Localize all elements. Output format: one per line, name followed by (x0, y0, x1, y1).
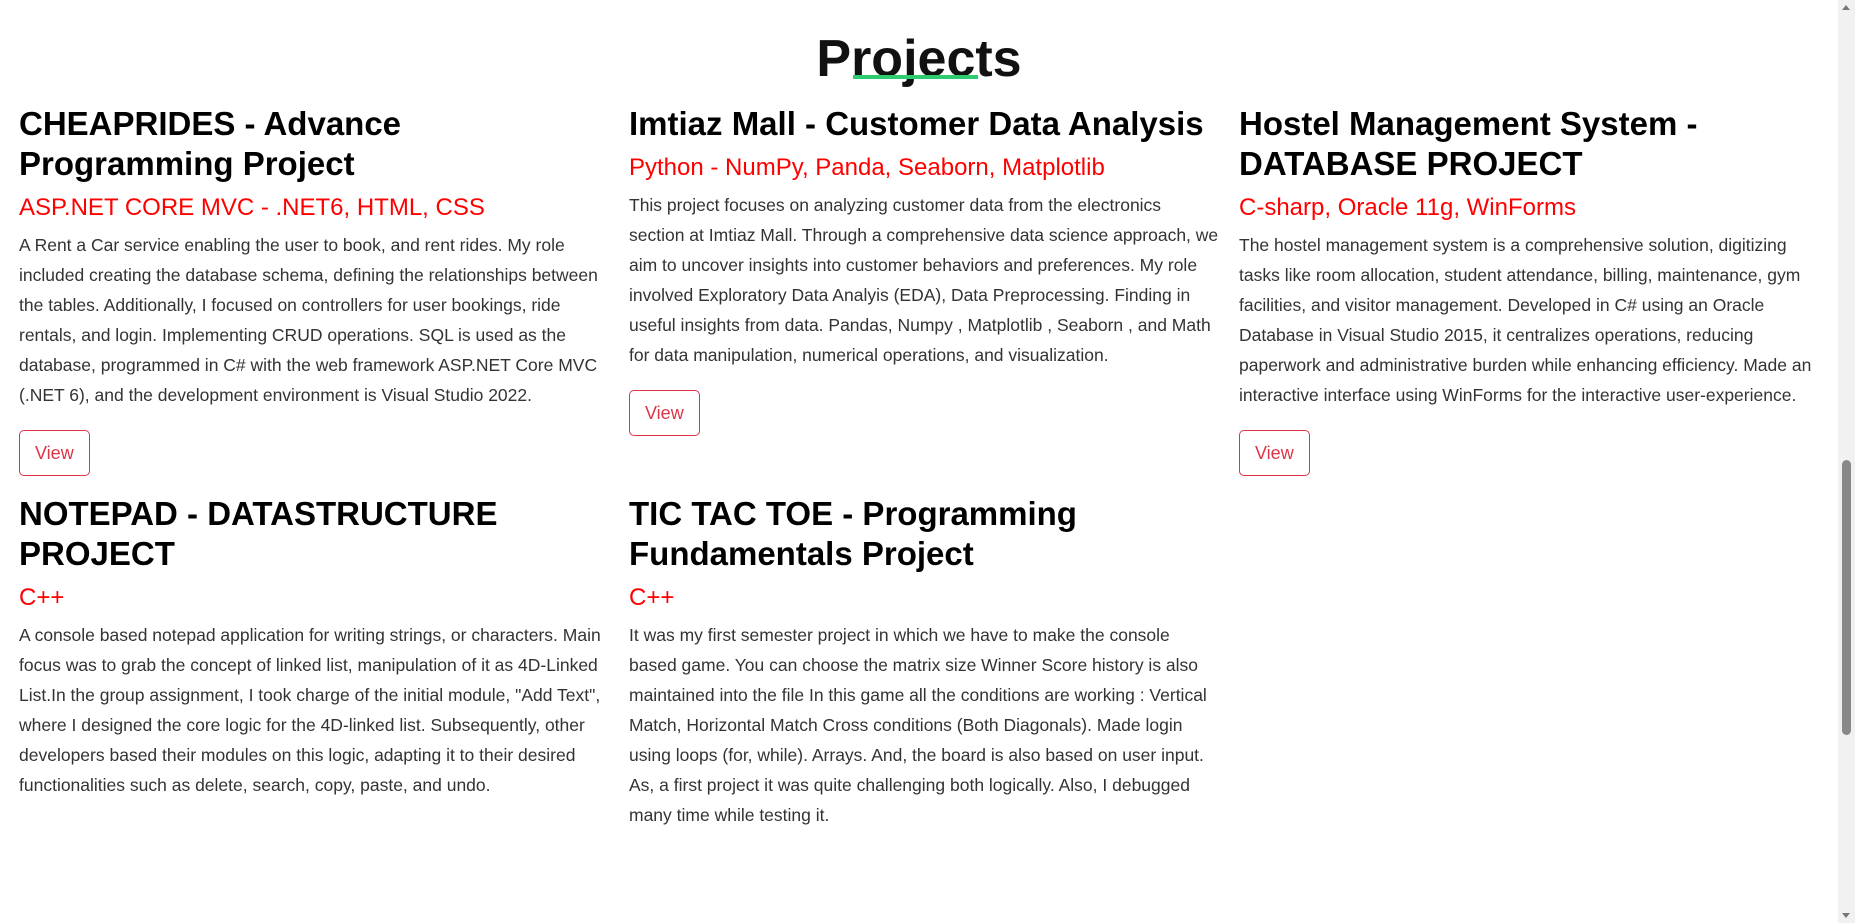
view-button[interactable]: View (19, 430, 90, 476)
scroll-up-arrow-icon[interactable] (1842, 5, 1850, 10)
project-card: Hostel Management System - DATABASE PROJ… (1239, 104, 1829, 476)
project-title: CHEAPRIDES - Advance Programming Project (19, 105, 402, 182)
project-description: This project focuses on analyzing custom… (629, 195, 1219, 365)
project-card: TIC TAC TOE - Programming Fundamentals P… (629, 494, 1219, 830)
scrollbar-thumb[interactable] (1842, 460, 1851, 735)
project-tech: Python - NumPy, Panda, Seaborn, Matplotl… (629, 154, 1105, 181)
project-title: Imtiaz Mall - Customer Data Analysis (629, 105, 1204, 142)
project-card: NOTEPAD - DATASTRUCTURE PROJECT C++ A co… (19, 494, 609, 830)
project-card: CHEAPRIDES - Advance Programming Project… (19, 104, 609, 476)
project-description: A console based notepad application for … (19, 625, 601, 795)
projects-grid: CHEAPRIDES - Advance Programming Project… (19, 104, 1829, 830)
project-description: The hostel management system is a compre… (1239, 235, 1812, 405)
project-card: Imtiaz Mall - Customer Data Analysis Pyt… (629, 104, 1219, 476)
project-tech: C-sharp, Oracle 11g, WinForms (1239, 194, 1576, 221)
view-button[interactable]: View (1239, 430, 1310, 476)
project-description: A Rent a Car service enabling the user t… (19, 235, 598, 405)
scroll-down-arrow-icon[interactable] (1842, 913, 1850, 918)
title-underline (853, 75, 978, 79)
project-tech: C++ (629, 584, 675, 611)
project-tech: C++ (19, 584, 65, 611)
project-tech: ASP.NET CORE MVC - .NET6, HTML, CSS (19, 194, 485, 221)
project-title: NOTEPAD - DATASTRUCTURE PROJECT (19, 495, 498, 572)
page-title: Projects (816, 29, 1022, 88)
vertical-scrollbar[interactable] (1838, 0, 1855, 923)
project-description: It was my first semester project in whic… (629, 625, 1207, 825)
project-title: Hostel Management System - DATABASE PROJ… (1239, 105, 1698, 182)
project-title: TIC TAC TOE - Programming Fundamentals P… (629, 495, 1077, 572)
view-button[interactable]: View (629, 390, 700, 436)
